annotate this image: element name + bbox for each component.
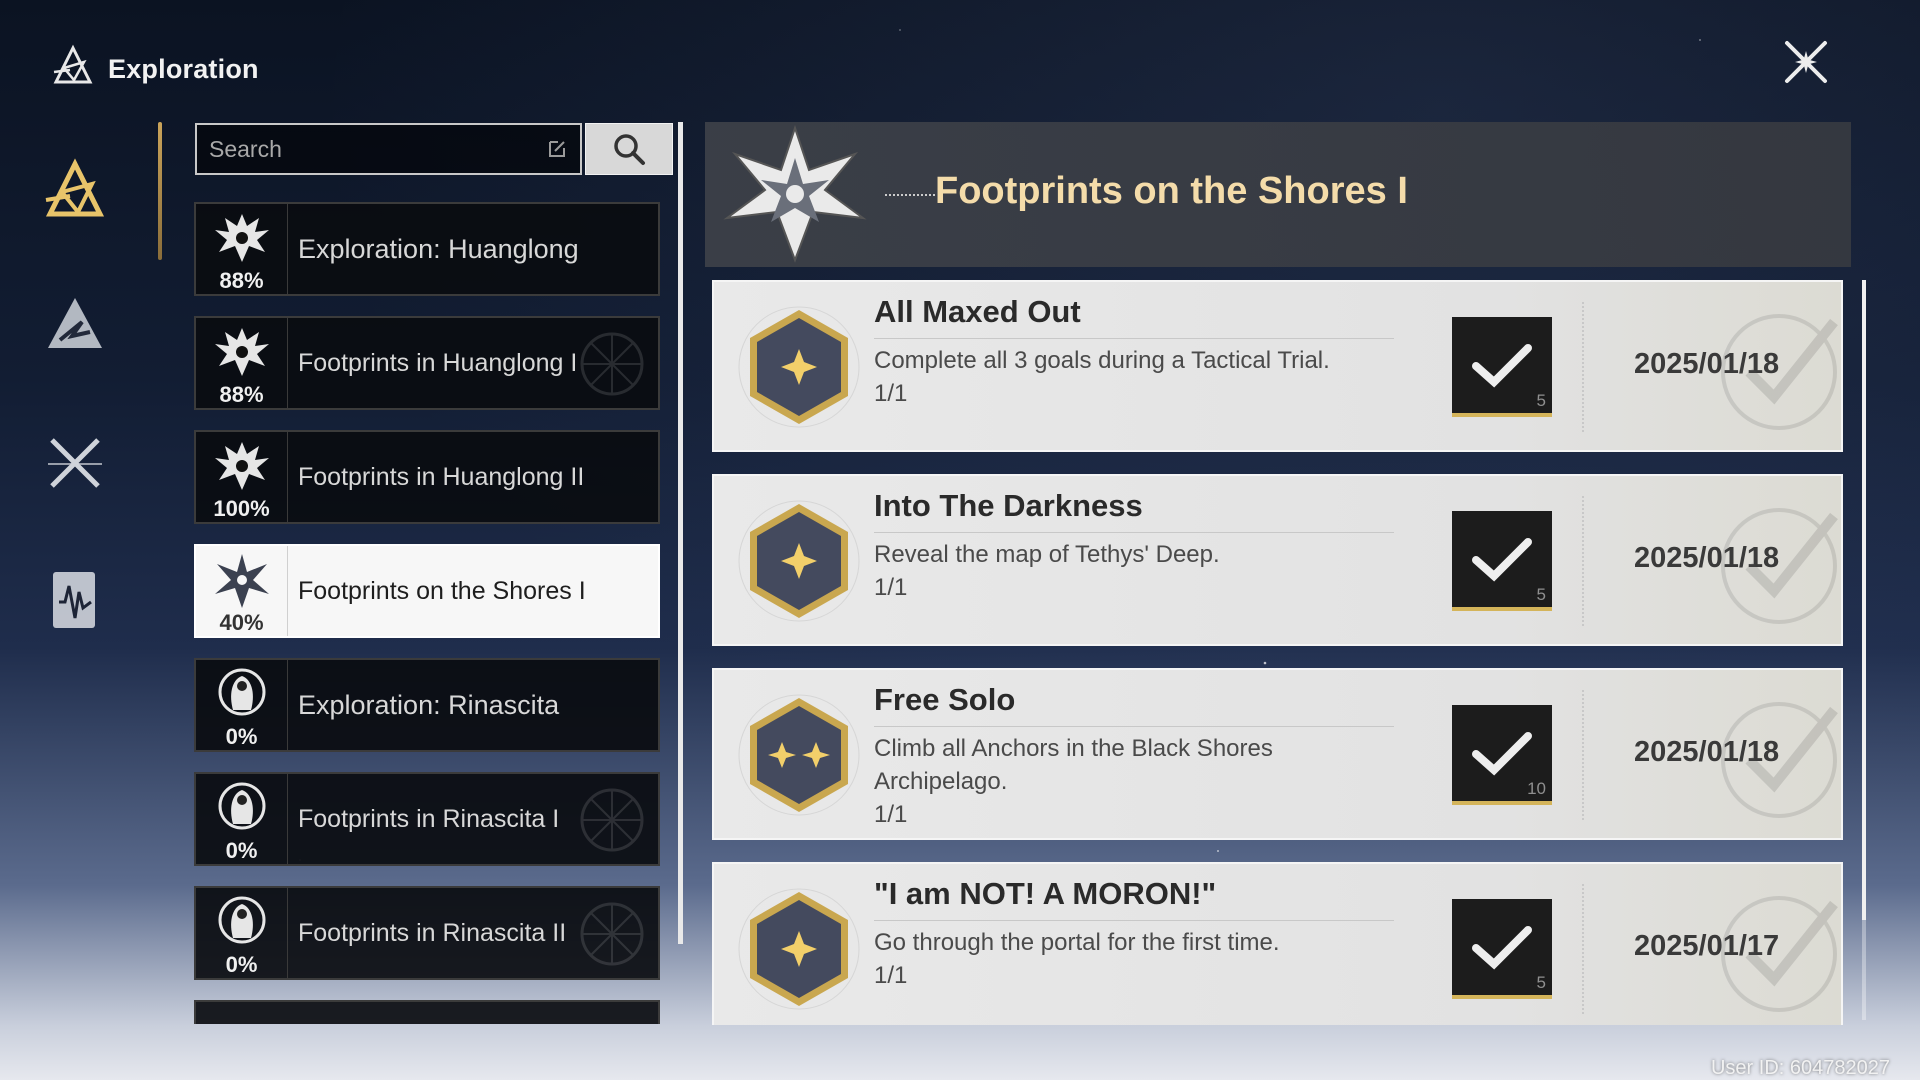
hexagon-star-badge-icon — [738, 888, 860, 1010]
rail-tab-mountain[interactable] — [30, 280, 120, 370]
user-id-label: User ID: 604782027 — [1710, 1057, 1890, 1079]
category-item[interactable]: 0% Exploration: Rinascita — [194, 658, 660, 752]
search-icon — [614, 134, 645, 165]
checkmark-icon — [1472, 538, 1532, 582]
achievement-title: Free Solo — [874, 682, 1016, 717]
reward-quantity: 5 — [1536, 585, 1546, 604]
category-item[interactable]: 100% Footprints in Huanglong II — [194, 430, 660, 524]
exploration-tab-icon — [45, 158, 105, 217]
category-percent: 88% — [219, 382, 264, 407]
completed-check-icon — [1721, 702, 1838, 818]
detail-title: Footprints on the Shores I — [935, 170, 1408, 212]
app-header: Exploration — [50, 44, 259, 95]
category-item-active[interactable]: 40% Footprints on the Shores I — [194, 544, 660, 638]
category-percent: 0% — [225, 838, 258, 863]
achievement-title: Into The Darkness — [874, 488, 1143, 523]
reward-quantity: 5 — [1536, 391, 1546, 410]
star-flower-icon — [214, 554, 269, 608]
shores-emblem-icon — [723, 124, 867, 263]
achievement-list: All Maxed Out Complete all 3 goals durin… — [710, 280, 1845, 1025]
search-button[interactable] — [585, 123, 673, 175]
category-item[interactable]: 88% Exploration: Huanglong — [194, 202, 660, 296]
page-title: Exploration — [108, 54, 259, 84]
category-scrollbar[interactable] — [678, 122, 683, 944]
mountain-tab-icon — [48, 298, 102, 348]
category-percent: 100% — [213, 496, 270, 521]
sound-card-icon — [53, 572, 95, 628]
achievement-progress: 1/1 — [874, 962, 908, 989]
rail-tab-music[interactable] — [30, 556, 120, 646]
category-label: Exploration: Huanglong — [298, 234, 579, 264]
emblem-watermark-icon — [580, 332, 644, 396]
reward-item[interactable]: 10 — [1452, 705, 1552, 805]
search-input[interactable] — [209, 135, 546, 163]
rail-tab-exploration[interactable] — [30, 146, 120, 236]
dragon-icon — [214, 214, 269, 262]
achievement-description: Go through the portal for the first time… — [874, 929, 1280, 956]
checkmark-icon — [1472, 926, 1532, 970]
achievement-description: Reveal the map of Tethys' Deep. — [874, 541, 1220, 568]
hexagon-star-badge-icon — [738, 306, 860, 428]
achievement-progress: 1/1 — [874, 801, 908, 828]
dragon-icon — [214, 442, 269, 490]
detail-header: Footprints on the Shores I — [705, 122, 1851, 267]
achievement-progress: 1/1 — [874, 574, 908, 601]
completed-check-icon — [1721, 314, 1838, 430]
hexagon-double-star-badge-icon — [738, 694, 860, 816]
close-icon — [1785, 41, 1827, 83]
category-item[interactable]: 88% Footprints in Huanglong I — [194, 316, 660, 410]
completed-check-icon — [1721, 896, 1838, 1012]
reward-item[interactable]: 5 — [1452, 899, 1552, 999]
reward-item[interactable]: 5 — [1452, 511, 1552, 611]
category-item-partial[interactable] — [194, 1000, 660, 1024]
achievement-card: Into The Darkness Reveal the map of Teth… — [712, 474, 1843, 646]
rail-active-indicator — [158, 122, 162, 260]
close-button[interactable] — [1780, 36, 1832, 88]
angel-icon — [218, 782, 265, 830]
category-item[interactable]: 0% Footprints in Rinascita II — [194, 886, 660, 980]
header-dotted-line — [885, 194, 935, 196]
checkmark-icon — [1472, 344, 1532, 388]
hexagon-star-badge-icon — [738, 500, 860, 622]
category-percent: 40% — [219, 610, 264, 635]
achievement-card: All Maxed Out Complete all 3 goals durin… — [712, 280, 1843, 452]
scrollbar-thumb[interactable] — [1862, 280, 1866, 920]
achievement-scrollbar[interactable] — [1862, 280, 1866, 1020]
emblem-watermark-icon — [580, 902, 644, 966]
achievement-card: "I am NOT! A MORON!" Go through the port… — [712, 862, 1843, 1025]
category-label: Exploration: Rinascita — [298, 690, 560, 720]
checkmark-icon — [1472, 732, 1532, 776]
rail-tab-combat[interactable] — [30, 418, 120, 508]
category-label: Footprints in Huanglong II — [298, 463, 585, 491]
achievement-progress: 1/1 — [874, 380, 908, 407]
exploration-logo-icon — [50, 44, 96, 95]
achievement-title: All Maxed Out — [874, 294, 1081, 329]
achievement-title: "I am NOT! A MORON!" — [874, 876, 1217, 911]
crossed-swords-icon — [48, 438, 102, 488]
dragon-icon — [214, 328, 269, 376]
achievement-description: Complete all 3 goals during a Tactical T… — [874, 347, 1330, 374]
reward-quantity: 5 — [1536, 973, 1546, 992]
category-percent: 0% — [225, 724, 258, 749]
search-field[interactable] — [195, 123, 582, 175]
angel-icon — [218, 896, 265, 944]
achievement-description: Climb all Anchors in the Black Shores Ar… — [874, 735, 1273, 795]
reward-item[interactable]: 5 — [1452, 317, 1552, 417]
edit-icon — [549, 141, 565, 157]
category-item[interactable]: 0% Footprints in Rinascita I — [194, 772, 660, 866]
emblem-watermark-icon — [580, 788, 644, 852]
category-list: 88% Exploration: Huanglong 88% Footprint… — [192, 202, 662, 1024]
achievement-card: Free Solo Climb all Anchors in the Black… — [712, 668, 1843, 840]
reward-quantity: 10 — [1527, 779, 1546, 798]
completed-check-icon — [1721, 508, 1838, 624]
category-label: Footprints on the Shores I — [298, 577, 586, 605]
category-percent: 88% — [219, 268, 264, 293]
angel-icon — [218, 668, 265, 716]
category-percent: 0% — [225, 952, 258, 977]
